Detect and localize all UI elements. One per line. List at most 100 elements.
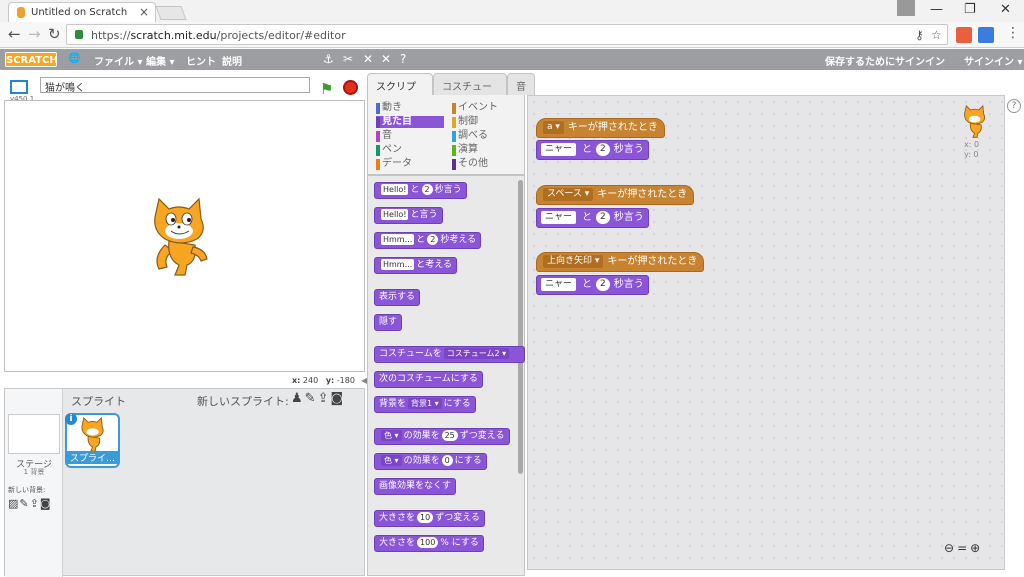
shrink-icon[interactable]: ✕ [381, 52, 391, 66]
url-text: https://scratch.mit.edu/projects/editor/… [91, 29, 346, 42]
grow-icon[interactable]: ✕ [363, 52, 373, 66]
backdrop-upload-icon[interactable]: ⇪ [30, 497, 40, 510]
new-sprite-label: 新しいスプライト: [197, 395, 289, 408]
block-set-effect[interactable]: 色 ▾ の効果を 0 にする [374, 453, 487, 470]
sprite-upload-icon[interactable]: ⇪ [318, 391, 331, 406]
when-key-pressed-block[interactable]: スペース ▾ キーが押されたとき [536, 185, 695, 205]
sprite-thumbnail[interactable]: i スプライ… [65, 413, 120, 468]
block-switch-costume[interactable]: コスチュームを コスチューム2 ▾ [374, 346, 525, 363]
extension-icon[interactable] [956, 27, 972, 43]
cut-icon[interactable]: ✂ [343, 52, 353, 66]
help-circle-icon[interactable]: ? [1007, 99, 1021, 113]
extension-icon-2[interactable] [978, 27, 994, 43]
window-close-icon[interactable]: ✕ [1000, 2, 1011, 17]
sprite-camera-icon[interactable]: ◙ [330, 391, 345, 406]
tab-close-icon[interactable]: × [139, 5, 149, 19]
editor-tabs: スクリプト コスチューム 音 [367, 73, 535, 108]
category-operators[interactable]: 演算 [452, 144, 478, 156]
green-flag-icon[interactable]: ⚑ [320, 80, 333, 98]
menu-about[interactable]: 説明 [222, 53, 242, 68]
category-sensing[interactable]: 調べる [452, 130, 488, 142]
mouse-coordinates: x: 240 y: -180 [292, 376, 355, 385]
new-backdrop-label: 新しい背景: [8, 486, 46, 494]
sprites-title: スプライト [71, 395, 126, 408]
say-for-secs-block[interactable]: ニャーと 2 秒言う [536, 275, 649, 295]
tab-scripts[interactable]: スクリプト [367, 73, 433, 108]
signin-menu[interactable]: サインイン ▾ [964, 53, 1023, 68]
minimize-icon[interactable]: — [930, 2, 943, 17]
stage-thumbnail[interactable] [8, 414, 60, 454]
block-say-for-secs[interactable]: Hello! と 2 秒言う [374, 182, 467, 199]
stage-backdrop-count: 1 背景 [23, 468, 45, 476]
category-motion[interactable]: 動き [376, 102, 402, 114]
sprite-info-icon[interactable]: i [65, 413, 77, 425]
category-more-blocks[interactable]: その他 [452, 158, 488, 170]
sprite-pane: ステージ 1 背景 新しい背景: ▨✎⇪◙ スプライト 新しいスプライト: ♟✎… [4, 388, 365, 577]
duplicate-icon[interactable]: ⚓ [323, 52, 334, 66]
help-icon[interactable]: ? [400, 52, 406, 66]
backdrop-paint-icon[interactable]: ✎ [19, 497, 29, 510]
category-events[interactable]: イベント [452, 102, 498, 114]
project-title-input[interactable]: 猫が鳴く [40, 77, 310, 94]
block-switch-backdrop[interactable]: 背景を 背景1 ▾ にする [374, 396, 476, 413]
cat-sprite-icon[interactable] [145, 197, 215, 279]
fullscreen-icon[interactable] [10, 80, 28, 94]
menu-edit[interactable]: 編集 ▾ [146, 53, 175, 68]
reload-icon[interactable]: ↻ [48, 25, 61, 43]
category-looks[interactable]: 見た目 [376, 116, 444, 128]
scratch-menubar: SCRATCH 🌐 ファイル ▾ 編集 ▾ ヒント 説明 ⚓ ✂ ✕ ✕ ? 保… [0, 49, 1024, 70]
forward-icon[interactable]: → [28, 25, 41, 43]
block-think-for-secs[interactable]: Hmm... と 2 秒考える [374, 232, 482, 249]
category-data[interactable]: データ [376, 158, 412, 170]
block-set-size[interactable]: 大きさを 100% にする [374, 535, 484, 552]
block-say[interactable]: Hello! と言う [374, 207, 443, 224]
block-show[interactable]: 表示する [374, 289, 421, 306]
tab-costumes[interactable]: コスチューム [433, 73, 507, 108]
tab-sounds[interactable]: 音 [507, 73, 535, 95]
zoom-out-icon[interactable]: ⊖ [944, 541, 957, 555]
browser-tab[interactable]: Untitled on Scratch × [8, 2, 156, 22]
block-next-costume[interactable]: 次のコスチュームにする [374, 371, 483, 388]
block-change-size[interactable]: 大きさを 10 ずつ変える [374, 510, 485, 527]
stop-icon[interactable] [343, 80, 358, 95]
sprite-corner-icon [964, 105, 986, 138]
browser-menu-icon[interactable]: ⋮ [1006, 25, 1020, 41]
sprite-paint-icon[interactable]: ✎ [305, 391, 318, 406]
backdrop-library-icon[interactable]: ▨ [8, 497, 19, 510]
when-key-pressed-block[interactable]: 上向き矢印 ▾ キーが押されたとき [536, 252, 705, 272]
palette-scrollbar[interactable] [518, 180, 523, 474]
menu-tips[interactable]: ヒント [186, 53, 216, 68]
sprite-library-icon[interactable]: ♟ [291, 391, 305, 406]
say-for-secs-block[interactable]: ニャーと 2 秒言う [536, 208, 649, 228]
profile-icon[interactable] [897, 0, 915, 16]
new-tab-button[interactable] [155, 6, 187, 20]
block-hide[interactable]: 隠す [374, 314, 403, 331]
block-change-effect[interactable]: 色 ▾ の効果を 25 ずつ変える [374, 428, 510, 445]
zoom-reset-icon[interactable]: = [957, 541, 970, 555]
save-signin-link[interactable]: 保存するためにサインイン [825, 53, 945, 68]
back-icon[interactable]: ← [8, 25, 21, 43]
category-pen[interactable]: ペン [376, 144, 402, 156]
restore-icon[interactable]: ❐ [964, 2, 976, 17]
key-icon[interactable]: ⚷ [915, 28, 924, 42]
scratch-logo[interactable]: SCRATCH [5, 52, 58, 67]
zoom-controls: ⊖=⊕ [944, 541, 983, 555]
menu-file[interactable]: ファイル ▾ [94, 53, 143, 68]
block-clear-effects[interactable]: 画像効果をなくす [374, 478, 457, 495]
stage-canvas[interactable] [4, 100, 365, 372]
scratch-favicon-icon [17, 7, 25, 18]
when-key-pressed-block[interactable]: a ▾ キーが押されたとき [536, 118, 665, 138]
category-control[interactable]: 制御 [452, 116, 478, 128]
browser-tab-bar: Untitled on Scratch × — ❐ ✕ [0, 0, 1024, 22]
lock-icon [75, 30, 83, 39]
script-area[interactable] [527, 95, 1005, 570]
block-think[interactable]: Hmm... と考える [374, 257, 457, 274]
cat-thumbnail-icon [81, 417, 104, 452]
address-bar[interactable]: https://scratch.mit.edu/projects/editor/… [66, 24, 948, 45]
say-for-secs-block[interactable]: ニャーと 2 秒言う [536, 140, 649, 160]
backdrop-camera-icon[interactable]: ◙ [40, 497, 52, 510]
bookmark-star-icon[interactable]: ☆ [931, 28, 942, 42]
category-sound[interactable]: 音 [376, 130, 392, 142]
zoom-in-icon[interactable]: ⊕ [970, 541, 983, 555]
globe-icon[interactable]: 🌐 [68, 53, 80, 64]
